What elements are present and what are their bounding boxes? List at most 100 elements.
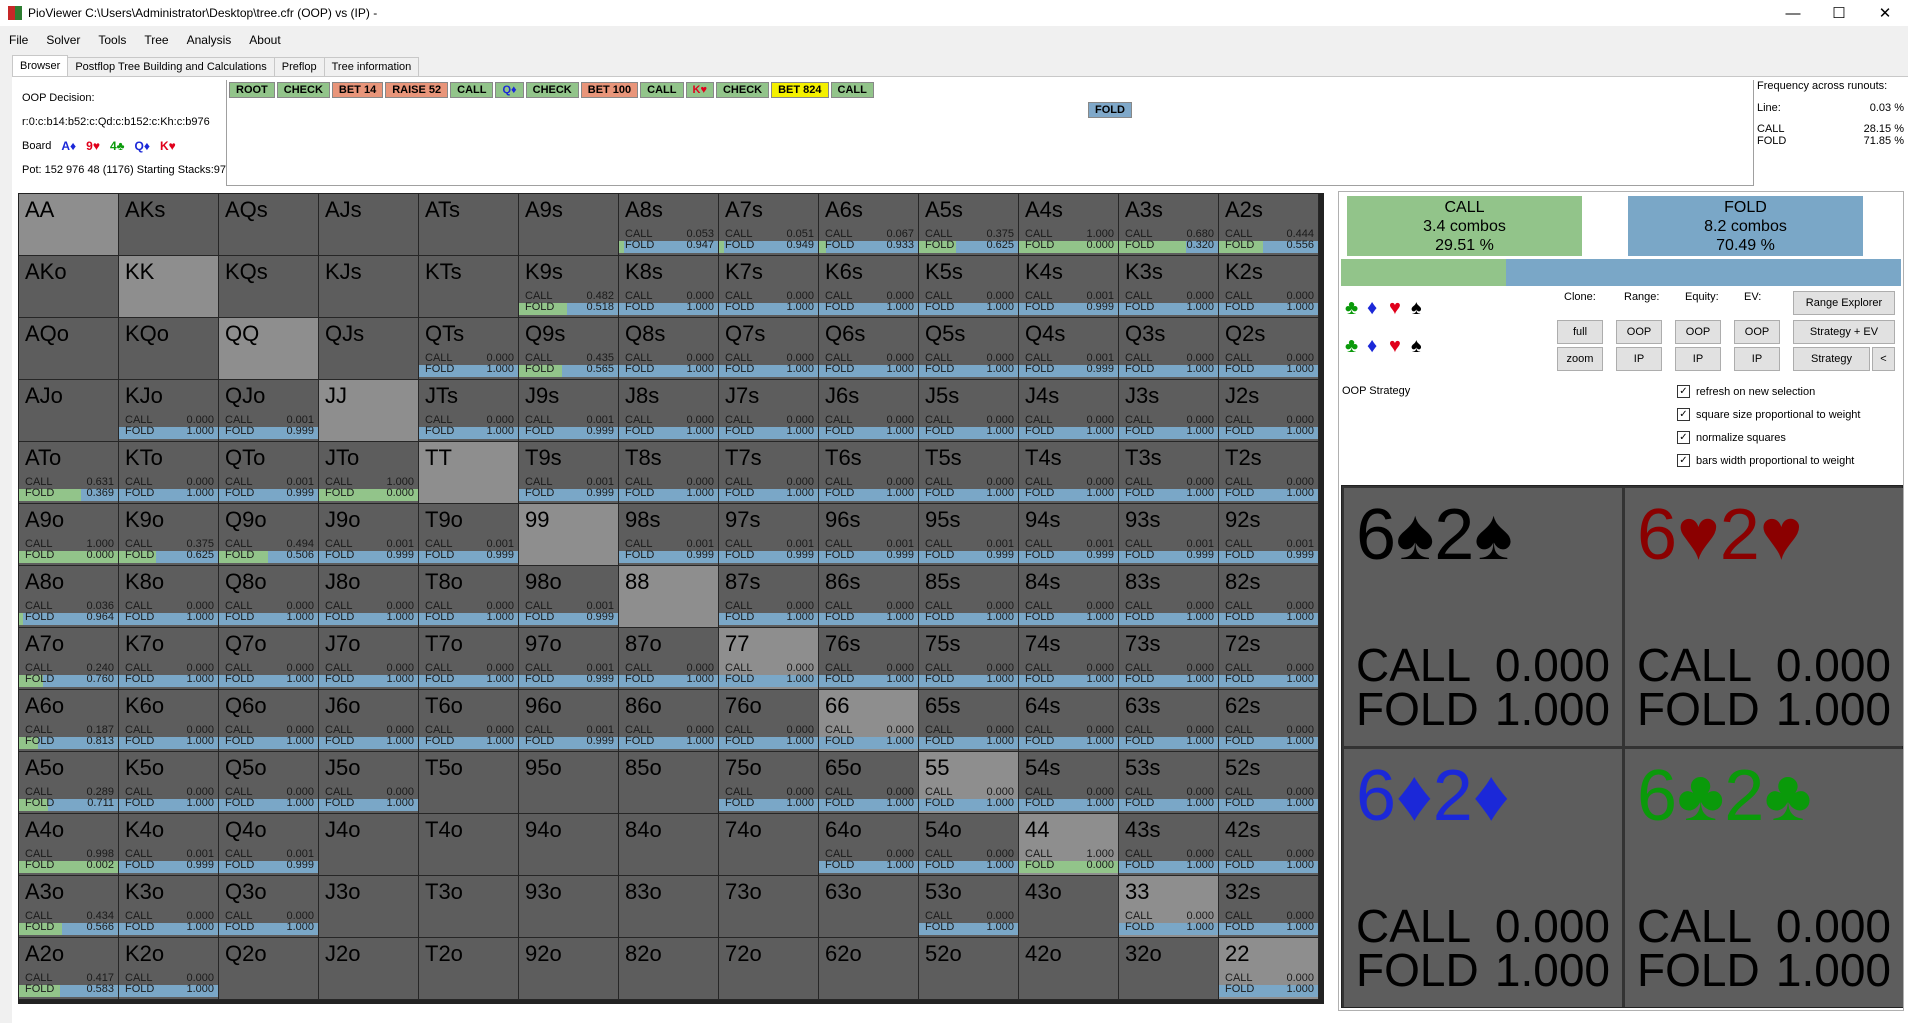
suit-spade-icon[interactable]: ♠ [1411,297,1422,320]
suit-heart-icon[interactable]: ♥ [1389,297,1401,320]
hand-cell[interactable]: 52s CALL 0.000 FOLD 1.000 [1219,752,1319,814]
hand-cell[interactable]: K8s CALL 0.000 FOLD 1.000 [619,256,719,318]
hand-cell[interactable]: J2s CALL 0.000 FOLD 1.000 [1219,380,1319,442]
hand-cell[interactable]: Q3s CALL 0.000 FOLD 1.000 [1119,318,1219,380]
hand-cell[interactable]: 87o CALL 0.000 FOLD 1.000 [619,628,719,690]
hand-cell[interactable]: 66 CALL 0.000 FOLD 1.000 [819,690,919,752]
hand-cell[interactable]: Q3o CALL 0.000 FOLD 1.000 [219,876,319,938]
equity-oop-button[interactable]: OOP [1675,320,1721,344]
line-node[interactable]: CALL [450,82,494,98]
hand-cell[interactable]: K6o CALL 0.000 FOLD 1.000 [119,690,219,752]
line-node[interactable]: BET 100 [580,82,639,98]
line-node[interactable]: ROOT [229,82,275,98]
hand-cell[interactable]: K7o CALL 0.000 FOLD 1.000 [119,628,219,690]
range-ip-button[interactable]: IP [1616,347,1662,371]
hand-cell[interactable]: 97o CALL 0.001 FOLD 0.999 [519,628,619,690]
hand-cell[interactable]: 33 CALL 0.000 FOLD 1.000 [1119,876,1219,938]
hand-cell[interactable]: 32s CALL 0.000 FOLD 1.000 [1219,876,1319,938]
hand-cell[interactable]: 52o [919,938,1019,1000]
hand-cell[interactable]: QQ [219,318,319,380]
square-size-checkbox[interactable]: ✓ square size proportional to weight [1677,408,1860,421]
combo-box[interactable]: 6♠2♠ CALL 0.000 FOLD 1.000 [1344,488,1622,746]
hand-cell[interactable]: 65s CALL 0.000 FOLD 1.000 [919,690,1019,752]
line-node[interactable]: CALL [640,82,684,98]
hand-cell[interactable]: A7s CALL 0.051 FOLD 0.949 [719,194,819,256]
hand-cell[interactable]: Q9s CALL 0.435 FOLD 0.565 [519,318,619,380]
hand-cell[interactable]: 97s CALL 0.001 FOLD 0.999 [719,504,819,566]
hand-cell[interactable]: K4s CALL 0.001 FOLD 0.999 [1019,256,1119,318]
suit-heart-icon-2[interactable]: ♥ [1389,335,1401,358]
hand-cell[interactable]: 74o [719,814,819,876]
hand-cell[interactable]: 54s CALL 0.000 FOLD 1.000 [1019,752,1119,814]
menu-analysis[interactable]: Analysis [178,33,241,47]
hand-cell[interactable]: 75o CALL 0.000 FOLD 1.000 [719,752,819,814]
hand-cell[interactable]: J9s CALL 0.001 FOLD 0.999 [519,380,619,442]
hand-cell[interactable]: A5s CALL 0.375 FOLD 0.625 [919,194,1019,256]
hand-cell[interactable]: A9s [519,194,619,256]
hand-cell[interactable]: 55 CALL 0.000 FOLD 1.000 [919,752,1019,814]
hand-cell[interactable]: ATo CALL 0.631 FOLD 0.369 [19,442,119,504]
hand-cell[interactable]: 83o [619,876,719,938]
hand-cell[interactable]: T3s CALL 0.000 FOLD 1.000 [1119,442,1219,504]
menu-file[interactable]: File [0,33,37,47]
hand-cell[interactable]: A5o CALL 0.289 FOLD 0.711 [19,752,119,814]
suit-club-icon[interactable]: ♣ [1345,297,1358,320]
hand-cell[interactable]: K8o CALL 0.000 FOLD 1.000 [119,566,219,628]
hand-cell[interactable]: KJs [319,256,419,318]
tab-browser[interactable]: Browser [12,55,69,76]
hand-cell[interactable]: A4o CALL 0.998 FOLD 0.002 [19,814,119,876]
hand-cell[interactable]: 84o [619,814,719,876]
hand-cell[interactable]: K9s CALL 0.482 FOLD 0.518 [519,256,619,318]
line-node[interactable]: Q♦ [495,82,524,98]
hand-cell[interactable]: K6s CALL 0.000 FOLD 1.000 [819,256,919,318]
hand-cell[interactable]: 64o CALL 0.000 FOLD 1.000 [819,814,919,876]
hand-cell[interactable]: 42o [1019,938,1119,1000]
menu-tree[interactable]: Tree [135,33,177,47]
line-node[interactable]: K♥ [685,82,714,98]
hand-cell[interactable]: 83s CALL 0.000 FOLD 1.000 [1119,566,1219,628]
hand-cell[interactable]: 63o [819,876,919,938]
hand-cell[interactable]: Q5o CALL 0.000 FOLD 1.000 [219,752,319,814]
hand-cell[interactable]: 88 [619,566,719,628]
hand-cell[interactable]: AQs [219,194,319,256]
hand-cell[interactable]: K9o CALL 0.375 FOLD 0.625 [119,504,219,566]
hand-cell[interactable]: K4o CALL 0.001 FOLD 0.999 [119,814,219,876]
hand-cell[interactable]: Q8s CALL 0.000 FOLD 1.000 [619,318,719,380]
hand-cell[interactable]: 96s CALL 0.001 FOLD 0.999 [819,504,919,566]
hand-cell[interactable]: 62s CALL 0.000 FOLD 1.000 [1219,690,1319,752]
line-node[interactable]: RAISE 52 [385,82,449,98]
hand-cell[interactable]: AJs [319,194,419,256]
hand-cell[interactable]: J4o [319,814,419,876]
line-node[interactable]: BET 14 [331,82,384,98]
hand-cell[interactable]: 53s CALL 0.000 FOLD 1.000 [1119,752,1219,814]
refresh-checkbox[interactable]: ✓ refresh on new selection [1677,385,1815,398]
suit-club-icon-2[interactable]: ♣ [1345,335,1358,358]
hand-cell[interactable]: Q8o CALL 0.000 FOLD 1.000 [219,566,319,628]
hand-cell[interactable]: 98s CALL 0.001 FOLD 0.999 [619,504,719,566]
minimize-button[interactable]: — [1770,0,1816,26]
hand-cell[interactable]: J6s CALL 0.000 FOLD 1.000 [819,380,919,442]
hand-cell[interactable]: A7o CALL 0.240 FOLD 0.760 [19,628,119,690]
suit-diamond-icon[interactable]: ♦ [1367,297,1377,320]
close-button[interactable]: ✕ [1862,0,1908,26]
hand-cell[interactable]: K3s CALL 0.000 FOLD 1.000 [1119,256,1219,318]
hand-cell[interactable]: A8o CALL 0.036 FOLD 0.964 [19,566,119,628]
hand-cell[interactable]: 63s CALL 0.000 FOLD 1.000 [1119,690,1219,752]
hand-cell[interactable]: J5o CALL 0.000 FOLD 1.000 [319,752,419,814]
hand-cell[interactable]: T4o [419,814,519,876]
hand-cell[interactable]: JTs CALL 0.000 FOLD 1.000 [419,380,519,442]
hand-cell[interactable]: 94s CALL 0.001 FOLD 0.999 [1019,504,1119,566]
menu-about[interactable]: About [240,33,289,47]
menu-solver[interactable]: Solver [37,33,89,47]
hand-cell[interactable]: T6o CALL 0.000 FOLD 1.000 [419,690,519,752]
hand-cell[interactable]: 53o CALL 0.000 FOLD 1.000 [919,876,1019,938]
strategy-button[interactable]: Strategy [1793,347,1870,371]
range-oop-button[interactable]: OOP [1616,320,1662,344]
hand-cell[interactable]: J5s CALL 0.000 FOLD 1.000 [919,380,1019,442]
hand-cell[interactable]: 75s CALL 0.000 FOLD 1.000 [919,628,1019,690]
hand-cell[interactable]: Q4o CALL 0.001 FOLD 0.999 [219,814,319,876]
hand-cell[interactable]: 43o [1019,876,1119,938]
hand-cell[interactable]: KK [119,256,219,318]
hand-cell[interactable]: JTo CALL 1.000 FOLD 0.000 [319,442,419,504]
hand-cell[interactable]: T4s CALL 0.000 FOLD 1.000 [1019,442,1119,504]
